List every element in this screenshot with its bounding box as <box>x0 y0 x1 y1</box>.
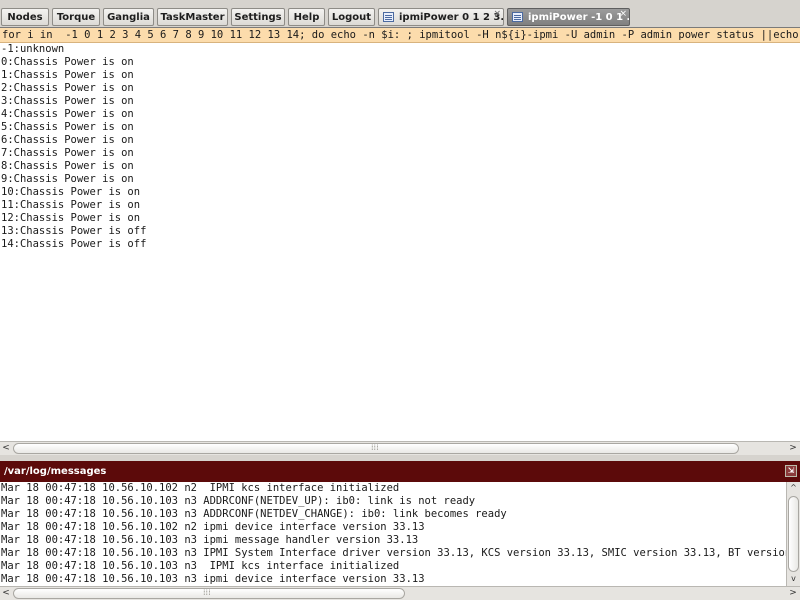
tab-help[interactable]: Help <box>288 8 325 26</box>
tab-taskmaster[interactable]: TaskMaster <box>157 8 228 26</box>
output-line: 10:Chassis Power is on <box>1 186 141 198</box>
grip-icon: ⁞⁞⁞ <box>203 588 211 597</box>
tab-nodes[interactable]: Nodes <box>1 8 49 26</box>
output-line: 3:Chassis Power is on <box>1 95 134 107</box>
log-line: Mar 18 00:47:18 10.56.10.103 n3 ipmi mes… <box>1 534 419 546</box>
tab-label: ipmiPower -1 0 1 ... <box>528 11 630 23</box>
tab-label: Settings <box>234 11 282 23</box>
output-line: 13:Chassis Power is off <box>1 225 147 237</box>
tab-label: TaskMaster <box>160 11 225 23</box>
output-line: 5:Chassis Power is on <box>1 121 134 133</box>
scrollbar-thumb[interactable] <box>788 496 799 572</box>
output-line: 14:Chassis Power is off <box>1 238 147 250</box>
log-panel-title: /var/log/messages <box>4 466 107 477</box>
log-horizontal-scrollbar[interactable]: < ⁞⁞⁞ > <box>0 586 800 600</box>
log-line: Mar 18 00:47:18 10.56.10.103 n3 IPMI Sys… <box>1 547 786 559</box>
tab-logout[interactable]: Logout <box>328 8 375 26</box>
log-panel-header: /var/log/messages ⇲ <box>0 461 800 482</box>
grip-icon: ⁞⁞⁞ <box>371 443 379 452</box>
tab-label: Logout <box>331 11 372 23</box>
command-input[interactable]: for i in -1 0 1 2 3 4 5 6 7 8 9 10 11 12… <box>0 28 800 43</box>
log-line: Mar 18 00:47:18 10.56.10.103 n3 IPMI kcs… <box>1 560 400 572</box>
command-output: -1:unknown 0:Chassis Power is on 1:Chass… <box>0 43 800 441</box>
output-line: 12:Chassis Power is on <box>1 212 141 224</box>
tab-ipmipower-1[interactable]: ipmiPower 0 1 2 3... × <box>378 8 504 26</box>
scroll-left-icon[interactable]: < <box>0 587 12 600</box>
close-tab-icon[interactable]: × <box>619 9 627 19</box>
output-line: 1:Chassis Power is on <box>1 69 134 81</box>
output-line: -1:unknown <box>1 43 65 55</box>
scroll-up-icon[interactable]: ^ <box>787 482 800 494</box>
output-line: 9:Chassis Power is on <box>1 173 134 185</box>
tab-label: Nodes <box>7 11 43 23</box>
collapse-icon[interactable]: ⇲ <box>785 465 797 477</box>
scroll-left-icon[interactable]: < <box>0 442 12 455</box>
tab-label: Help <box>293 11 320 23</box>
log-messages: Mar 18 00:47:18 10.56.10.102 n2 IPMI kcs… <box>0 482 786 586</box>
scroll-right-icon[interactable]: > <box>787 442 799 455</box>
output-line: 8:Chassis Power is on <box>1 160 134 172</box>
log-line: Mar 18 00:47:18 10.56.10.103 n3 ipmi dev… <box>1 573 425 585</box>
log-vertical-scrollbar[interactable]: ^ v <box>786 482 800 586</box>
tab-label: Ganglia <box>107 11 150 23</box>
document-icon <box>512 12 523 22</box>
tab-label: ipmiPower 0 1 2 3... <box>399 11 504 23</box>
output-line: 11:Chassis Power is on <box>1 199 141 211</box>
output-line: 6:Chassis Power is on <box>1 134 134 146</box>
log-line: Mar 18 00:47:18 10.56.10.103 n3 ADDRCONF… <box>1 495 476 507</box>
log-line: Mar 18 00:47:18 10.56.10.103 n3 ADDRCONF… <box>1 508 507 520</box>
output-line: 4:Chassis Power is on <box>1 108 134 120</box>
tab-bar: Nodes Torque Ganglia TaskMaster Settings… <box>0 0 800 28</box>
scroll-down-icon[interactable]: v <box>787 573 800 585</box>
scroll-right-icon[interactable]: > <box>787 587 799 600</box>
log-line: Mar 18 00:47:18 10.56.10.102 n2 ipmi dev… <box>1 521 425 533</box>
log-line: Mar 18 00:47:18 10.56.10.102 n2 IPMI kcs… <box>1 482 400 494</box>
output-line: 0:Chassis Power is on <box>1 56 134 68</box>
tab-settings[interactable]: Settings <box>231 8 285 26</box>
tab-ipmipower-2[interactable]: ipmiPower -1 0 1 ... × <box>507 8 630 26</box>
tab-ganglia[interactable]: Ganglia <box>103 8 154 26</box>
close-tab-icon[interactable]: × <box>493 9 501 19</box>
document-icon <box>383 12 394 22</box>
tab-torque[interactable]: Torque <box>52 8 100 26</box>
tab-label: Torque <box>56 11 96 23</box>
output-line: 7:Chassis Power is on <box>1 147 134 159</box>
output-horizontal-scrollbar[interactable]: < ⁞⁞⁞ > <box>0 441 800 455</box>
output-line: 2:Chassis Power is on <box>1 82 134 94</box>
